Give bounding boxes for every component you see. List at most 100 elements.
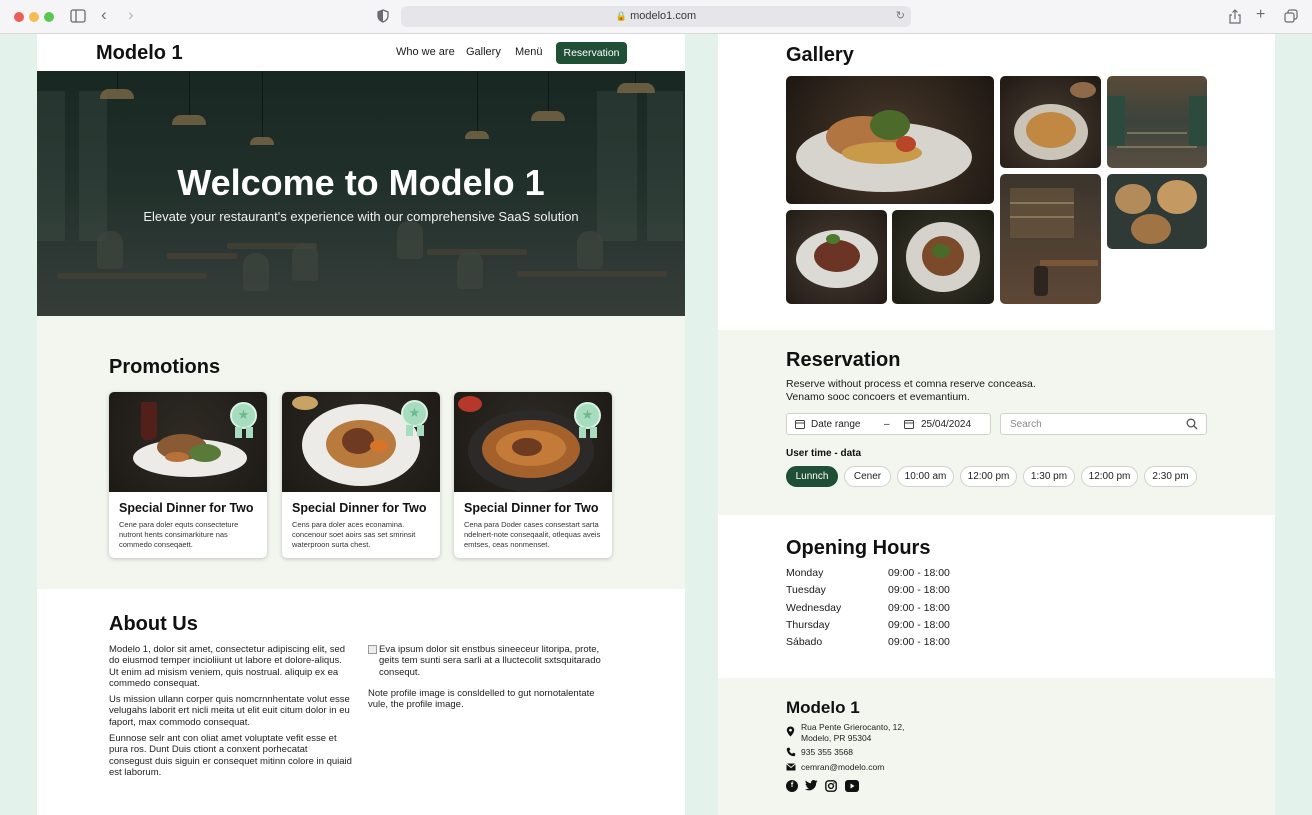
- hours-value: 09:00 - 18:00: [888, 619, 950, 631]
- hours-value: 09:00 - 18:00: [888, 584, 950, 596]
- gallery-photo[interactable]: [892, 210, 994, 304]
- nav-link-menu[interactable]: Menü: [515, 46, 543, 58]
- time-chip[interactable]: 2:30 pm: [1144, 466, 1197, 487]
- reservation-button[interactable]: Reservation: [556, 42, 627, 64]
- instagram-icon[interactable]: [825, 780, 837, 792]
- time-chip[interactable]: 1:30 pm: [1023, 466, 1075, 487]
- time-chip[interactable]: 12:00 pm: [1081, 466, 1138, 487]
- footer-phone[interactable]: 935 355 3568: [801, 747, 853, 758]
- privacy-shield-icon[interactable]: [377, 9, 389, 25]
- top-nav: Modelo 1 Who we are Gallery Menü Reserva…: [37, 34, 685, 71]
- address-bar[interactable]: 🔒 modelo1.com ↻: [401, 6, 911, 27]
- promotions-section: Promotions ★ Special Dinner for Two Cene…: [37, 316, 685, 589]
- hero-title: Welcome to Modelo 1: [177, 162, 545, 203]
- hours-row: Monday 09:00 - 18:00: [786, 567, 950, 579]
- share-icon[interactable]: [1229, 9, 1241, 26]
- badge-icon: ★: [401, 400, 428, 427]
- gallery-photo[interactable]: [1000, 76, 1101, 168]
- hours-value: 09:00 - 18:00: [888, 602, 950, 614]
- lock-icon: 🔒: [615, 11, 628, 21]
- date-range-label: Date range: [811, 419, 861, 430]
- gallery-photo[interactable]: [1000, 174, 1101, 304]
- zoom-window-button[interactable]: [44, 12, 54, 22]
- phone-icon: [786, 747, 796, 760]
- reload-icon[interactable]: ↻: [896, 6, 905, 27]
- search-icon[interactable]: [1186, 418, 1198, 433]
- promotion-card[interactable]: ★ Special Dinner for Two Cens para doler…: [282, 392, 440, 558]
- youtube-icon[interactable]: [845, 780, 859, 792]
- user-time-label: User time - data: [786, 448, 862, 459]
- gallery-photo[interactable]: [1107, 174, 1207, 249]
- about-paragraph: Eva ipsum dolor sit enstbus sineeceur li…: [379, 644, 601, 678]
- time-chip[interactable]: 10:00 am: [897, 466, 954, 487]
- close-window-button[interactable]: [14, 12, 24, 22]
- about-section: About Us Modelo 1, dolor sit amet, conse…: [37, 589, 685, 815]
- brand-logo[interactable]: Modelo 1: [96, 42, 183, 65]
- hours-row: Tuesday 09:00 - 18:00: [786, 584, 950, 596]
- nav-link-gallery[interactable]: Gallery: [466, 46, 501, 58]
- hours-day: Sábado: [786, 636, 823, 648]
- twitter-icon[interactable]: [804, 780, 818, 792]
- opening-hours-section: Opening Hours Monday 09:00 - 18:00 Tuesda…: [718, 515, 1275, 678]
- about-paragraph: Note profile image is consldelled to gut…: [368, 688, 595, 711]
- promotion-description: Cens para doler aces econamina. concenou…: [292, 520, 416, 549]
- hours-day: Monday: [786, 567, 824, 579]
- hero-banner: Welcome to Modelo 1 Elevate your restaur…: [37, 71, 685, 316]
- facebook-icon[interactable]: f: [786, 780, 798, 792]
- tab-overview-icon[interactable]: [1284, 9, 1298, 25]
- hero-subtitle: Elevate your restaurant's experience wit…: [143, 209, 579, 224]
- about-paragraph: Modelo 1, dolor sit amet, consectetur ad…: [109, 644, 346, 690]
- back-icon[interactable]: ‹: [101, 6, 107, 23]
- broken-image-icon: [368, 645, 377, 654]
- hours-row: Sábado 09:00 - 18:00: [786, 636, 950, 648]
- about-title: About Us: [109, 613, 198, 635]
- gallery-photo[interactable]: [786, 76, 994, 204]
- detail-page: Gallery Reservation Reserve without proc…: [718, 34, 1275, 815]
- search-placeholder: Search: [1010, 419, 1042, 430]
- new-tab-icon[interactable]: +: [1256, 7, 1265, 23]
- promotion-title: Special Dinner for Two: [119, 501, 254, 515]
- calendar-icon: [904, 419, 914, 432]
- nav-link-who-we-are[interactable]: Who we are: [396, 46, 455, 58]
- date-value[interactable]: 25/04/2024: [921, 419, 971, 430]
- promotion-image: ★: [109, 392, 267, 492]
- promotion-image: ★: [454, 392, 612, 492]
- gallery-photo[interactable]: [786, 210, 887, 304]
- promotion-card[interactable]: ★ Special Dinner for Two Cena para Doder…: [454, 392, 612, 558]
- footer-email[interactable]: cemran@modelo.com: [801, 762, 884, 773]
- reservation-section: Reservation Reserve without process et c…: [718, 330, 1275, 515]
- footer-address-line: Rua Pente Grierocanto, 12,: [801, 722, 905, 732]
- reservation-subtitle-line: Venamo sooc concoers et evemantium.: [786, 390, 970, 403]
- badge-icon: ★: [230, 402, 257, 429]
- footer-brand: Modelo 1: [786, 698, 860, 717]
- location-pin-icon: [786, 726, 795, 740]
- about-paragraph: Eunnose selr ant con oliat amet voluptat…: [109, 733, 352, 779]
- hours-row: Wednesday 09:00 - 18:00: [786, 602, 950, 614]
- footer-address: Rua Pente Grierocanto, 12, Modelo, PR 95…: [801, 722, 904, 743]
- browser-toolbar: ‹ › 🔒 modelo1.com ↻ +: [0, 0, 1312, 34]
- time-chip-dinner[interactable]: Cener: [844, 466, 891, 487]
- promotion-title: Special Dinner for Two: [464, 501, 599, 515]
- promotions-title: Promotions: [109, 356, 221, 378]
- gallery-title: Gallery: [786, 44, 854, 66]
- search-input[interactable]: Search: [1000, 413, 1207, 435]
- forward-icon[interactable]: ›: [128, 6, 134, 23]
- promotion-card[interactable]: ★ Special Dinner for Two Cene para doler…: [109, 392, 267, 558]
- time-chip[interactable]: 12:00 pm: [960, 466, 1017, 487]
- date-range-picker[interactable]: Date range – 25/04/2024: [786, 413, 991, 435]
- promotion-image: ★: [282, 392, 440, 492]
- gallery-photo[interactable]: [1107, 76, 1207, 168]
- hours-value: 09:00 - 18:00: [888, 567, 950, 579]
- sidebar-toggle-icon[interactable]: [70, 9, 86, 25]
- calendar-icon: [795, 419, 805, 432]
- address-url: modelo1.com: [630, 10, 697, 22]
- hours-day: Thursday: [786, 619, 830, 631]
- time-chip-lunch[interactable]: Lunnch: [786, 466, 838, 487]
- minimize-window-button[interactable]: [29, 12, 39, 22]
- reservation-title: Reservation: [786, 349, 901, 371]
- footer-address-line: Modelo, PR 95304: [801, 732, 872, 743]
- hours-day: Tuesday: [786, 584, 826, 596]
- badge-icon: ★: [574, 402, 601, 429]
- about-paragraph: Us mission ullann corper quis nomcrnnhen…: [109, 694, 350, 728]
- hours-value: 09:00 - 18:00: [888, 636, 950, 648]
